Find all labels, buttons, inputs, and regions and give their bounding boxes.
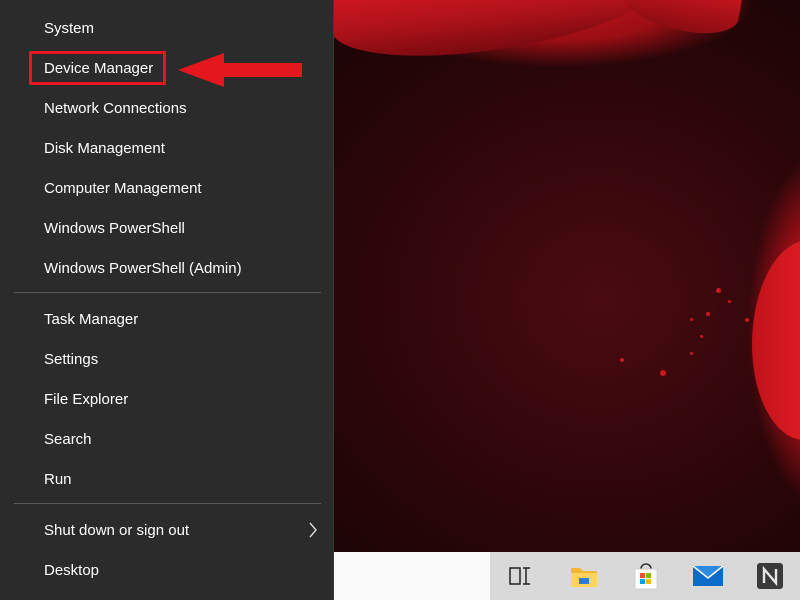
taskbar-search-box[interactable] — [333, 552, 490, 600]
menu-item-desktop[interactable]: Desktop — [0, 550, 333, 590]
menu-item-file-explorer[interactable]: File Explorer — [0, 379, 333, 419]
menu-item-label: Search — [44, 430, 92, 448]
menu-item-label: Run — [44, 470, 72, 488]
menu-item-label: Settings — [44, 350, 99, 368]
menu-item-label: Windows PowerShell (Admin) — [44, 259, 242, 277]
menu-item-search[interactable]: Search — [0, 419, 333, 459]
left-arrow-icon — [178, 53, 302, 87]
menu-item-settings[interactable]: Settings — [0, 339, 333, 379]
menu-item-label: Windows PowerShell — [44, 219, 185, 237]
menu-item-network-connections[interactable]: Network Connections — [0, 88, 333, 128]
task-view-button[interactable] — [492, 552, 548, 600]
power-user-menu: System Device Manager Network Connection… — [0, 0, 334, 600]
menu-item-system[interactable]: System — [0, 8, 333, 48]
microsoft-store-button[interactable] — [618, 552, 674, 600]
paint-drop — [690, 318, 693, 321]
menu-item-label: File Explorer — [44, 390, 129, 408]
paint-splash — [326, 0, 664, 68]
menu-item-label: Network Connections — [44, 99, 187, 117]
menu-item-disk-management[interactable]: Disk Management — [0, 128, 333, 168]
menu-separator — [14, 292, 321, 293]
menu-item-task-manager[interactable]: Task Manager — [0, 299, 333, 339]
menu-item-label: Shut down or sign out — [44, 521, 190, 539]
highlight-box — [29, 51, 166, 85]
menu-item-label: Computer Management — [44, 179, 202, 197]
paint-drop — [660, 370, 666, 376]
menu-item-label: Disk Management — [44, 139, 165, 157]
paint-splash — [752, 240, 800, 440]
microsoft-store-icon — [634, 563, 658, 590]
paint-drop — [690, 352, 693, 355]
paint-drop — [700, 335, 703, 338]
paint-splash — [616, 0, 744, 41]
menu-item-label: System — [44, 19, 95, 37]
menu-item-windows-powershell[interactable]: Windows PowerShell — [0, 208, 333, 248]
paint-drop — [716, 288, 721, 293]
menu-item-label: Task Manager — [44, 310, 139, 328]
task-view-icon — [509, 567, 530, 585]
mail-button[interactable] — [680, 552, 736, 600]
file-explorer-button[interactable] — [556, 552, 612, 600]
paint-drop — [706, 312, 710, 316]
app-n-button[interactable] — [742, 552, 798, 600]
mail-icon — [692, 565, 724, 586]
menu-item-label: Desktop — [44, 561, 100, 579]
chevron-right-icon — [308, 510, 318, 550]
app-n-icon — [757, 563, 783, 589]
menu-item-shut-down-or-sign-out[interactable]: Shut down or sign out — [0, 510, 333, 550]
paint-drop — [745, 318, 749, 322]
menu-item-computer-management[interactable]: Computer Management — [0, 168, 333, 208]
menu-separator — [14, 503, 321, 504]
menu-item-windows-powershell-admin[interactable]: Windows PowerShell (Admin) — [0, 248, 333, 288]
paint-drop — [728, 300, 731, 303]
paint-drop — [620, 358, 624, 362]
menu-item-run[interactable]: Run — [0, 459, 333, 499]
file-explorer-icon — [571, 568, 597, 587]
